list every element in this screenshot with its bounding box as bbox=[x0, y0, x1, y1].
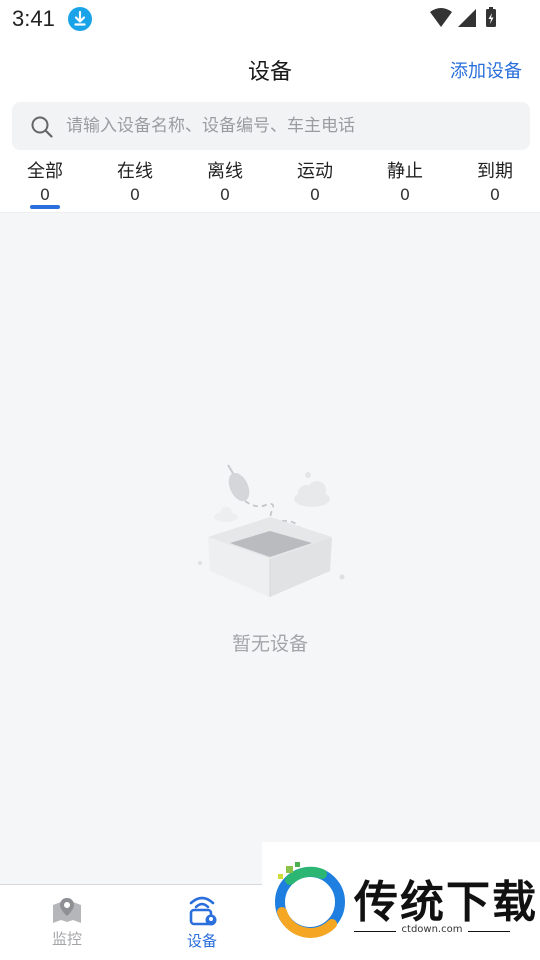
tab-count: 0 bbox=[489, 185, 501, 204]
search-icon bbox=[31, 116, 53, 138]
tab-count: 0 bbox=[399, 185, 411, 204]
active-tab-indicator bbox=[30, 205, 60, 209]
cellular-signal-icon bbox=[458, 9, 476, 27]
watermark-logo-icon bbox=[275, 862, 345, 938]
tab-label: 静止 bbox=[387, 161, 423, 182]
tab-expired[interactable]: 到期 0 bbox=[450, 155, 540, 211]
status-bar: 3:41 bbox=[0, 0, 540, 40]
search-input[interactable] bbox=[66, 102, 516, 150]
empty-state-message: 暂无设备 bbox=[231, 633, 308, 655]
search-box[interactable] bbox=[12, 102, 530, 150]
add-device-button[interactable]: 添加设备 bbox=[450, 57, 522, 83]
tab-count: 0 bbox=[219, 185, 231, 204]
bottom-nav-label: 监控 bbox=[51, 930, 82, 948]
tab-count: 0 bbox=[309, 185, 321, 204]
tab-stationary[interactable]: 静止 0 bbox=[360, 155, 450, 211]
empty-box-icon bbox=[198, 464, 345, 597]
tab-all[interactable]: 全部 0 bbox=[0, 155, 90, 211]
tab-moving[interactable]: 运动 0 bbox=[270, 155, 360, 211]
device-icon bbox=[189, 896, 217, 926]
device-list-area[interactable]: 暂无设备 bbox=[0, 212, 540, 884]
tab-label: 在线 bbox=[117, 161, 153, 182]
tab-count: 0 bbox=[129, 185, 141, 204]
status-filter-tabs: 全部 0 在线 0 离线 0 运动 0 静止 0 到期 0 bbox=[0, 155, 540, 211]
wifi-icon bbox=[430, 8, 452, 27]
map-pin-icon bbox=[53, 898, 81, 923]
bottom-nav-device[interactable]: 设备 bbox=[135, 891, 269, 957]
tab-label: 到期 bbox=[477, 161, 513, 182]
watermark: 传统下载 ctdown.com bbox=[262, 842, 540, 960]
status-time: 3:41 bbox=[12, 6, 55, 31]
tab-label: 离线 bbox=[207, 161, 243, 182]
watermark-url: ctdown.com bbox=[401, 924, 463, 935]
bottom-nav-label: 设备 bbox=[186, 932, 217, 950]
tab-count: 0 bbox=[39, 185, 51, 204]
bottom-nav-monitor[interactable]: 监控 bbox=[0, 891, 134, 957]
download-notification-icon bbox=[68, 7, 92, 31]
tab-label: 运动 bbox=[297, 161, 333, 182]
watermark-divider bbox=[468, 931, 510, 932]
system-status-icons bbox=[430, 7, 496, 27]
tab-online[interactable]: 在线 0 bbox=[90, 155, 180, 211]
nav-bar: 设备 添加设备 bbox=[0, 40, 540, 98]
tab-label: 全部 bbox=[27, 161, 63, 182]
watermark-text: 传统下载 bbox=[354, 877, 538, 928]
tab-offline[interactable]: 离线 0 bbox=[180, 155, 270, 211]
